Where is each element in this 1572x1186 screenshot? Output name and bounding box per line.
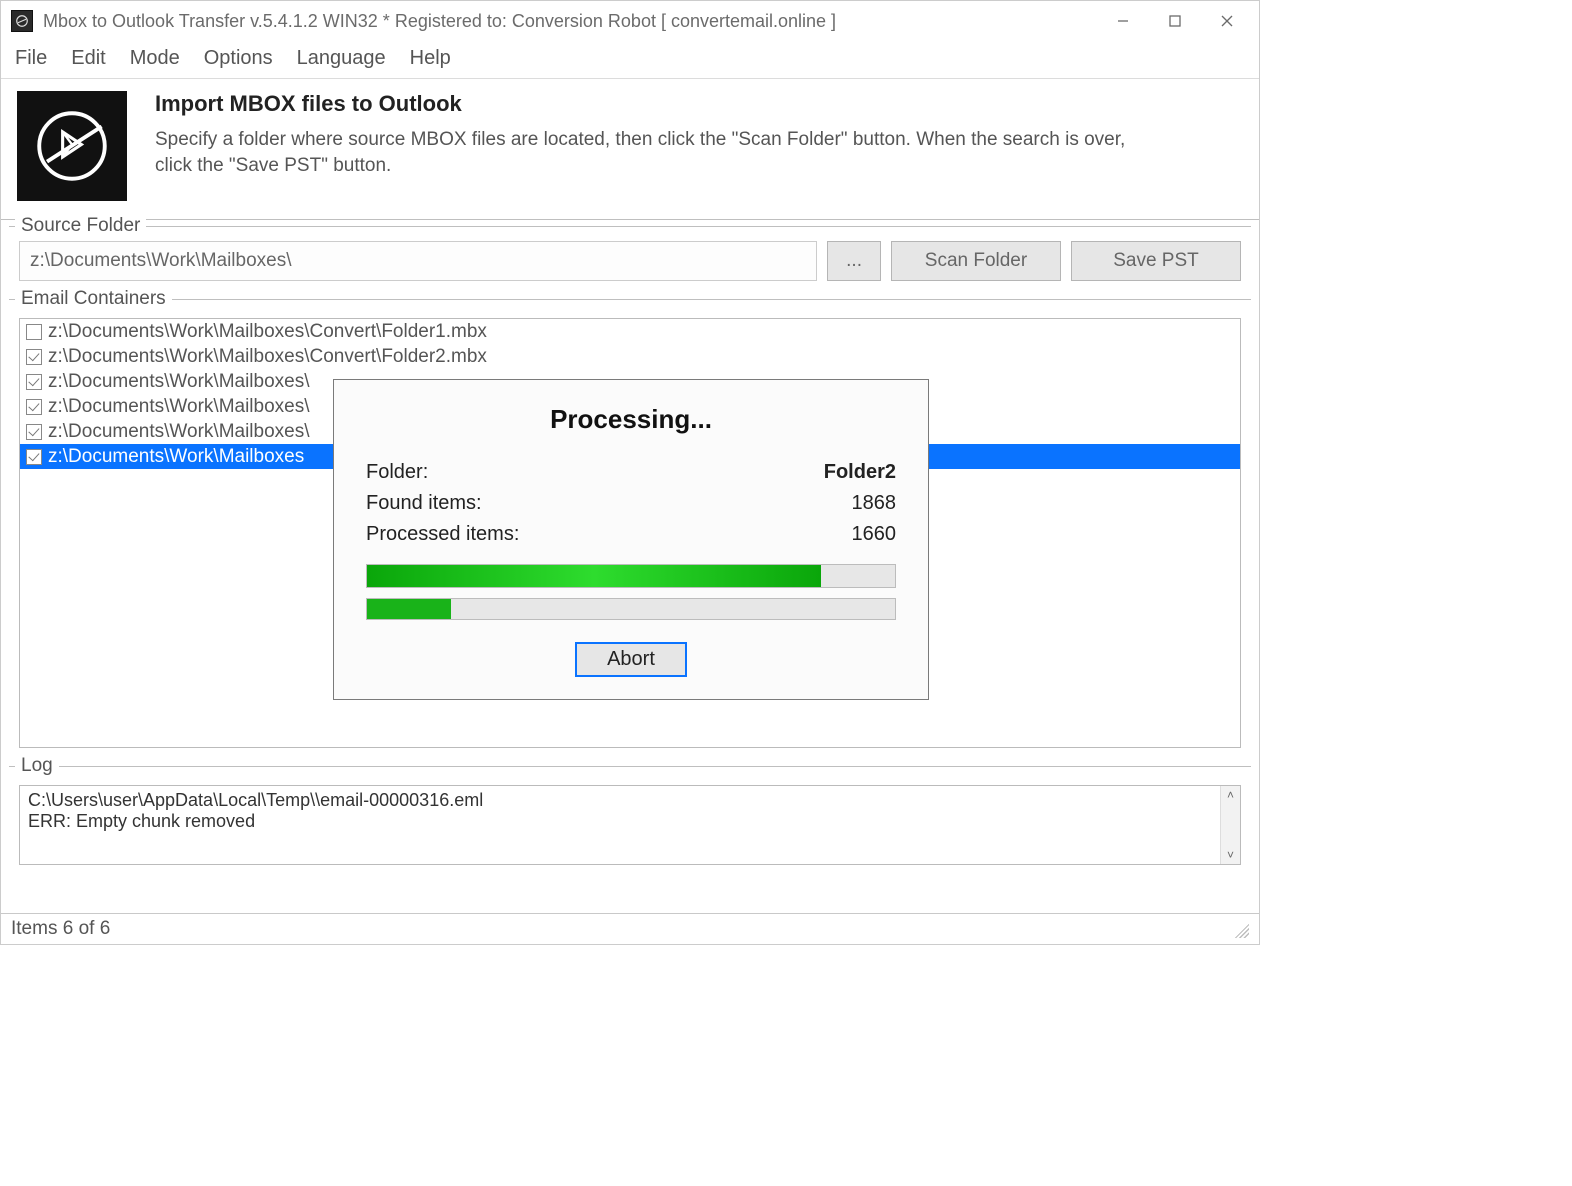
list-item-label: z:\Documents\Work\Mailboxes — [48, 446, 304, 468]
list-item-label: z:\Documents\Work\Mailboxes\Convert\Fold… — [48, 346, 487, 368]
dialog-processed-label: Processed items: — [366, 523, 519, 546]
processing-dialog: Processing... Folder: Folder2 Found item… — [333, 379, 929, 700]
list-item-label: z:\Documents\Work\Mailboxes\ — [48, 371, 310, 393]
dialog-title: Processing... — [366, 404, 896, 435]
titlebar: Mbox to Outlook Transfer v.5.4.1.2 WIN32… — [1, 1, 1259, 41]
log-line: ERR: Empty chunk removed — [28, 811, 1232, 832]
scan-folder-button[interactable]: Scan Folder — [891, 241, 1061, 281]
dialog-folder-label: Folder: — [366, 461, 428, 484]
source-folder-input[interactable]: z:\Documents\Work\Mailboxes\ — [19, 241, 817, 281]
menu-help[interactable]: Help — [410, 47, 451, 70]
email-containers-legend: Email Containers — [15, 288, 172, 310]
header-text: Specify a folder where source MBOX files… — [155, 127, 1155, 178]
dialog-found-label: Found items: — [366, 492, 482, 515]
list-item-label: z:\Documents\Work\Mailboxes\ — [48, 396, 310, 418]
close-button[interactable] — [1201, 3, 1253, 39]
menu-options[interactable]: Options — [204, 47, 273, 70]
statusbar: Items 6 of 6 — [1, 913, 1259, 944]
menu-language[interactable]: Language — [297, 47, 386, 70]
window-controls — [1097, 3, 1253, 39]
log-scrollbar[interactable]: ˄ ˅ — [1220, 786, 1240, 864]
list-item-label: z:\Documents\Work\Mailboxes\Convert\Fold… — [48, 321, 487, 343]
status-text: Items 6 of 6 — [11, 918, 110, 940]
abort-button[interactable]: Abort — [575, 642, 687, 677]
log-legend: Log — [15, 755, 59, 777]
checkbox[interactable] — [26, 424, 42, 440]
save-pst-button[interactable]: Save PST — [1071, 241, 1241, 281]
source-folder-legend: Source Folder — [15, 215, 146, 237]
dialog-found-value: 1868 — [852, 492, 897, 515]
header-panel: Import MBOX files to Outlook Specify a f… — [1, 79, 1259, 220]
header-description: Import MBOX files to Outlook Specify a f… — [155, 91, 1155, 178]
scroll-down-icon[interactable]: ˅ — [1227, 848, 1234, 862]
progress-bar-2 — [366, 598, 896, 620]
maximize-button[interactable] — [1149, 3, 1201, 39]
menu-file[interactable]: File — [15, 47, 47, 70]
source-folder-section: Source Folder z:\Documents\Work\Mailboxe… — [9, 226, 1251, 291]
log-box[interactable]: C:\Users\user\AppData\Local\Temp\\email-… — [19, 785, 1241, 865]
checkbox[interactable] — [26, 349, 42, 365]
dialog-folder-value: Folder2 — [824, 461, 896, 484]
log-section: Log C:\Users\user\AppData\Local\Temp\\em… — [9, 766, 1251, 875]
menu-edit[interactable]: Edit — [71, 47, 105, 70]
progress-bar-1 — [366, 564, 896, 588]
checkbox[interactable] — [26, 399, 42, 415]
checkbox[interactable] — [26, 324, 42, 340]
checkbox[interactable] — [26, 374, 42, 390]
header-title: Import MBOX files to Outlook — [155, 91, 1155, 117]
menubar: File Edit Mode Options Language Help — [1, 41, 1259, 79]
checkbox[interactable] — [26, 449, 42, 465]
app-window: Mbox to Outlook Transfer v.5.4.1.2 WIN32… — [0, 0, 1260, 945]
minimize-button[interactable] — [1097, 3, 1149, 39]
list-item[interactable]: z:\Documents\Work\Mailboxes\Convert\Fold… — [20, 344, 1240, 369]
log-line: C:\Users\user\AppData\Local\Temp\\email-… — [28, 790, 1232, 811]
dialog-processed-value: 1660 — [852, 523, 897, 546]
app-icon — [11, 10, 33, 32]
list-item[interactable]: z:\Documents\Work\Mailboxes\Convert\Fold… — [20, 319, 1240, 344]
resize-grip-icon[interactable] — [1231, 920, 1249, 938]
menu-mode[interactable]: Mode — [130, 47, 180, 70]
app-logo-icon — [17, 91, 127, 201]
scroll-up-icon[interactable]: ˄ — [1227, 788, 1234, 802]
window-title: Mbox to Outlook Transfer v.5.4.1.2 WIN32… — [43, 11, 1097, 32]
list-item-label: z:\Documents\Work\Mailboxes\ — [48, 421, 310, 443]
browse-button[interactable]: ... — [827, 241, 881, 281]
